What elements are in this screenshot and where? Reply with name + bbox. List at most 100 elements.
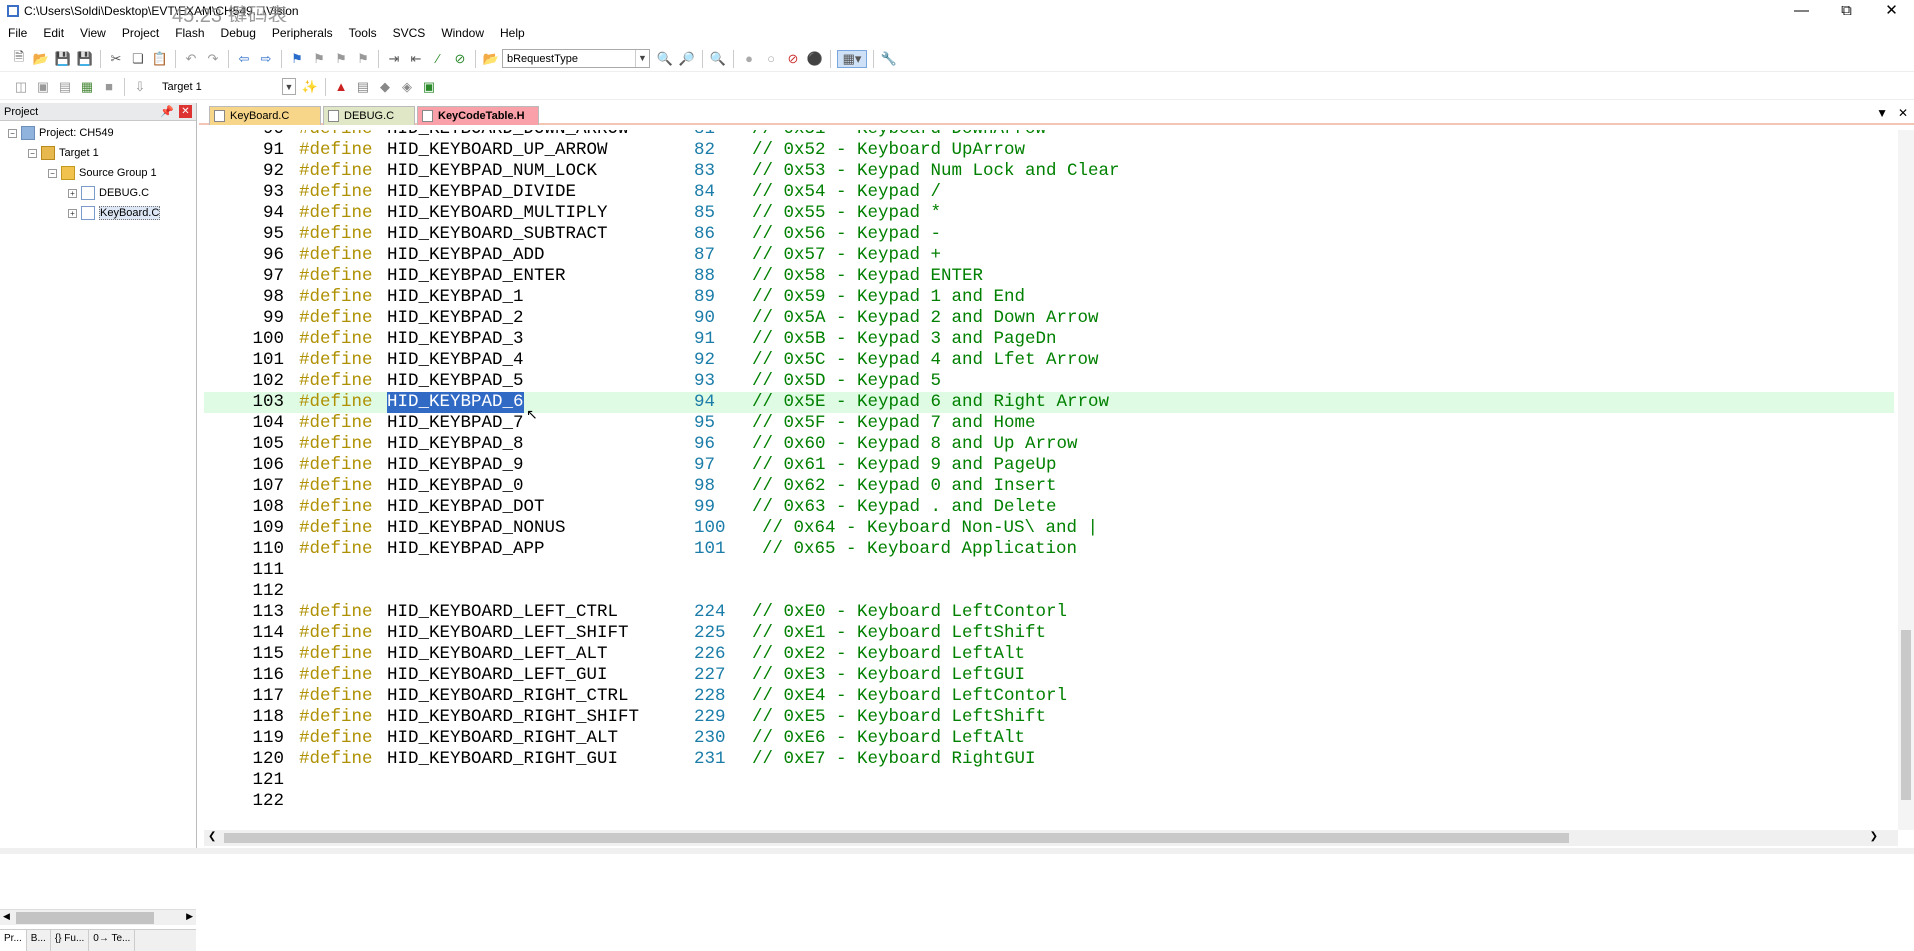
code-line[interactable]: 110 #define HID_KEYBPAD_APP 101 // 0x65 - Ke… [204,539,1894,560]
undo-icon[interactable]: ↶ [182,50,200,68]
menu-edit[interactable]: Edit [35,22,72,44]
code-line[interactable]: 120 #define HID_KEYBOARD_RIGHT_GUI 231 // 0x… [204,749,1894,770]
scroll-left-icon[interactable]: ❮ [208,831,216,842]
rebuild-icon[interactable]: ▤ [56,78,74,96]
find-combo[interactable]: bRequestType ▼ [502,49,650,68]
open-file-icon[interactable]: 📂 [32,50,50,68]
translate-icon[interactable]: ◫ [12,78,30,96]
tab-templates[interactable]: 0→ Te... [89,930,136,951]
new-file-icon[interactable]: 🗎 [10,49,28,68]
tree-project[interactable]: − Project: CH549 [0,123,196,143]
menu-help[interactable]: Help [492,22,533,44]
cut-icon[interactable]: ✂ [107,50,125,68]
code-line[interactable]: 122 [204,791,1894,812]
breakpoint-insert-icon[interactable]: ● [740,50,758,68]
code-line[interactable]: 93 #define HID_KEYBPAD_DIVIDE 84 // 0x54 - K… [204,182,1894,203]
run-time-env-icon[interactable]: ▣ [420,78,438,96]
code-line[interactable]: 112 [204,581,1894,602]
minimize-button[interactable]: — [1779,0,1824,22]
code-line[interactable]: 117 #define HID_KEYBOARD_RIGHT_CTRL 228 // 0… [204,686,1894,707]
code-editor[interactable]: 90 #define HID_KEYBOARD_DOWN_ARROW 81 // 0x5… [204,130,1894,830]
code-line[interactable]: 119 #define HID_KEYBOARD_RIGHT_ALT 230 // 0x… [204,728,1894,749]
build-icon[interactable]: ▣ [34,78,52,96]
code-line[interactable]: 107 #define HID_KEYBPAD_0 98 // 0x62 - Keypa… [204,476,1894,497]
batch-build-icon[interactable]: ▦ [78,78,96,96]
expand-icon[interactable]: + [68,188,77,198]
code-line[interactable]: 98 #define HID_KEYBPAD_1 89 // 0x59 - Keypad… [204,287,1894,308]
redo-icon[interactable]: ↷ [204,50,222,68]
close-button[interactable]: ✕ [1869,0,1914,22]
menu-view[interactable]: View [72,22,114,44]
nav-back-icon[interactable]: ⇦ [235,50,253,68]
load-icon[interactable]: ⇩ [131,78,149,96]
code-line[interactable]: 102 #define HID_KEYBPAD_5 93 // 0x5D - Keypa… [204,371,1894,392]
find-icon[interactable]: 🔍 [656,50,674,68]
save-icon[interactable]: 💾 [54,50,72,68]
collapse-icon[interactable]: − [48,168,57,178]
menu-peripherals[interactable]: Peripherals [264,22,341,44]
tab-keyboard-c[interactable]: KeyBoard.C [209,106,321,125]
bookmark-icon[interactable]: ⚑ [288,50,306,68]
manage-project-icon[interactable]: ▤ [354,78,372,96]
incremental-find-icon[interactable]: 🔎 [678,50,696,68]
menu-flash[interactable]: Flash [167,22,212,44]
menu-project[interactable]: Project [114,22,167,44]
comment-icon[interactable]: ⁄ [429,50,447,68]
close-icon[interactable]: ✕ [179,105,192,118]
scroll-thumb[interactable] [224,833,1569,843]
code-line[interactable]: 109 #define HID_KEYBPAD_NONUS 100 // 0x64 - … [204,518,1894,539]
scroll-thumb[interactable] [1901,630,1911,800]
next-bookmark-icon[interactable]: ⚑ [332,50,350,68]
tab-books[interactable]: B... [27,930,51,951]
tab-keycodetable-h[interactable]: KeyCodeTable.H [417,106,539,125]
scroll-right-icon[interactable]: ❯ [1870,831,1878,842]
code-line[interactable]: 118 #define HID_KEYBOARD_RIGHT_SHIFT 229 // … [204,707,1894,728]
menu-debug[interactable]: Debug [213,22,264,44]
nav-forward-icon[interactable]: ⇨ [257,50,275,68]
tree-group[interactable]: − Source Group 1 [0,163,196,183]
find-in-files-icon[interactable]: 📂 [482,50,500,68]
tree-file-keyboard[interactable]: + KeyBoard.C [0,203,196,223]
tree-file-debug[interactable]: + DEBUG.C [0,183,196,203]
expand-icon[interactable]: + [68,208,77,218]
manage-components-icon[interactable]: ▲ [332,78,350,96]
breakpoint-enable-icon[interactable]: ○ [762,50,780,68]
clear-bookmarks-icon[interactable]: ⚑ [354,50,372,68]
paste-icon[interactable]: 📋 [151,50,169,68]
tree-target[interactable]: − Target 1 [0,143,196,163]
scroll-left-icon[interactable]: ◀ [3,911,10,922]
tab-controls[interactable]: ▼ ✕ [1876,106,1908,120]
copy-icon[interactable]: ❏ [129,50,147,68]
menu-file[interactable]: File [0,22,35,44]
code-line[interactable]: 90 #define HID_KEYBOARD_DOWN_ARROW 81 // 0x5… [204,130,1894,140]
tab-functions[interactable]: {} Fu... [51,930,90,951]
code-line[interactable]: 92 #define HID_KEYBPAD_NUM_LOCK 83 // 0x53 -… [204,161,1894,182]
code-line[interactable]: 105 #define HID_KEYBPAD_8 96 // 0x60 - Keypa… [204,434,1894,455]
editor-vscrollbar[interactable] [1898,130,1914,830]
indent-icon[interactable]: ⇥ [385,50,403,68]
code-line[interactable]: 121 [204,770,1894,791]
collapse-icon[interactable]: − [28,148,37,158]
code-line[interactable]: 106 #define HID_KEYBPAD_9 97 // 0x61 - Keypa… [204,455,1894,476]
window-layout-icon[interactable]: ▦▾ [837,49,867,68]
menu-svcs[interactable]: SVCS [385,22,434,44]
select-packs-icon[interactable]: ◈ [398,78,416,96]
breakpoint-kill-icon[interactable]: ⚫ [806,50,824,68]
menu-tools[interactable]: Tools [341,22,385,44]
stop-build-icon[interactable]: ■ [100,78,118,96]
configure-icon[interactable]: 🔧 [880,50,898,68]
code-line[interactable]: 96 #define HID_KEYBPAD_ADD 87 // 0x57 - Keyp… [204,245,1894,266]
code-line[interactable]: 104 #define HID_KEYBPAD_7 95 // 0x5F - Keypa… [204,413,1894,434]
code-line[interactable]: 99 #define HID_KEYBPAD_2 90 // 0x5A - Keypad… [204,308,1894,329]
project-hscrollbar[interactable]: ◀ ▶ [0,909,196,925]
scroll-thumb[interactable] [16,912,154,924]
target-options-icon[interactable]: ✨ [301,78,319,96]
code-line[interactable]: 101 #define HID_KEYBPAD_4 92 // 0x5C - Keypa… [204,350,1894,371]
code-line[interactable]: 114 #define HID_KEYBOARD_LEFT_SHIFT 225 // 0… [204,623,1894,644]
code-line[interactable]: 97 #define HID_KEYBPAD_ENTER 88 // 0x58 - Ke… [204,266,1894,287]
editor-hscrollbar[interactable]: ❮ ❯ [204,830,1898,846]
collapse-icon[interactable]: − [8,128,17,138]
code-line[interactable]: 95 #define HID_KEYBOARD_SUBTRACT 86 // 0x56 … [204,224,1894,245]
code-line[interactable]: 103 #define HID_KEYBPAD_6 94 // 0x5E - Keypa… [204,392,1894,413]
code-line[interactable]: 113 #define HID_KEYBOARD_LEFT_CTRL 224 // 0x… [204,602,1894,623]
